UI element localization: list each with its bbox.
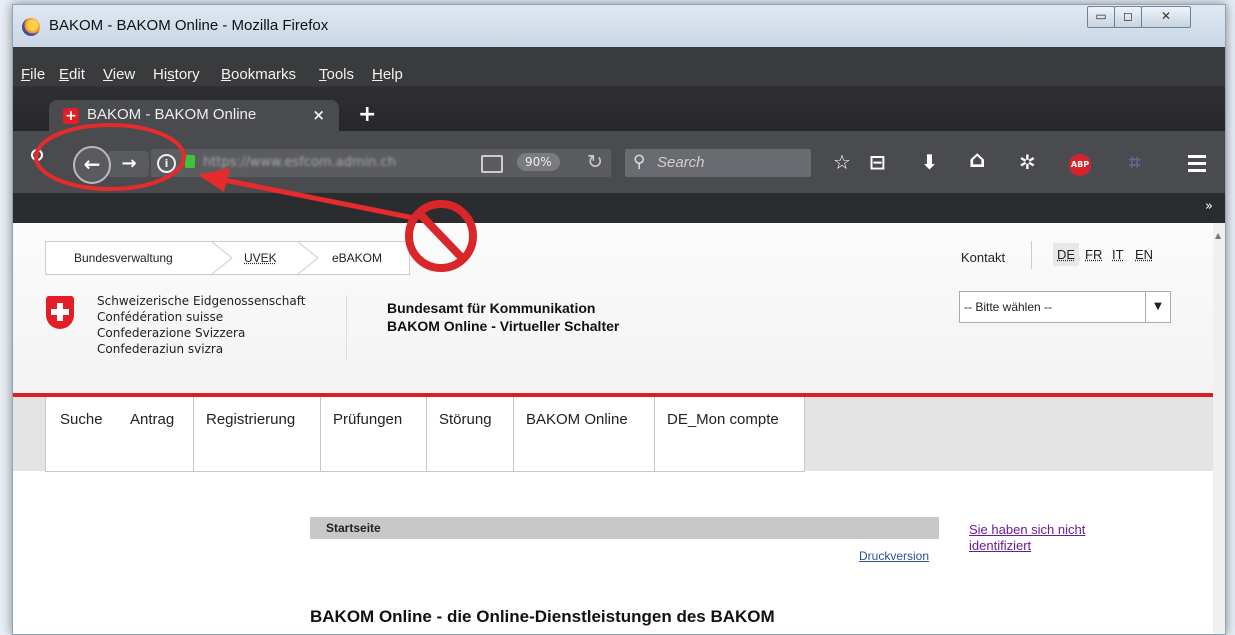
startseite-label: Startseite: [326, 521, 381, 535]
download-icon[interactable]: ⬇: [921, 150, 938, 174]
menu-history[interactable]: History: [153, 66, 200, 83]
settings-gear-icon[interactable]: ✲: [1019, 150, 1036, 174]
minimize-button[interactable]: ▭: [1087, 6, 1115, 28]
lang-en[interactable]: EN: [1131, 243, 1157, 266]
adblock-plus-icon[interactable]: ABP: [1069, 154, 1091, 176]
menu-file[interactable]: File: [21, 66, 45, 83]
divider: [1031, 241, 1032, 269]
breadcrumb-uvek[interactable]: UVEK: [244, 251, 277, 265]
close-button[interactable]: ✕: [1141, 6, 1191, 28]
chevron-down-icon: ▼: [1145, 292, 1170, 322]
confed-rm: Confederaziun svizra: [97, 342, 224, 356]
tab-bakom[interactable]: + BAKOM - BAKOM Online ×: [49, 100, 339, 131]
breadcrumb: Bundesverwaltung UVEK eBAKOM: [45, 241, 410, 275]
web-page: Bundesverwaltung UVEK eBAKOM Kontakt DE …: [13, 223, 1213, 634]
service-select[interactable]: -- Bitte wählen -- ▼: [959, 291, 1171, 323]
breadcrumb-separator: [297, 242, 319, 274]
bookmarks-toolbar: »: [13, 193, 1225, 223]
office-subtitle: BAKOM Online - Virtueller Schalter: [387, 318, 620, 334]
lang-it[interactable]: IT: [1108, 243, 1128, 266]
bookmark-star-icon[interactable]: ☆: [833, 150, 851, 174]
zoom-indicator[interactable]: 90%: [517, 153, 560, 171]
breadcrumb-ebakom[interactable]: eBAKOM: [332, 251, 382, 265]
menu-help[interactable]: Help: [372, 66, 403, 83]
nav-registrierung[interactable]: Registrierung: [194, 397, 321, 472]
search-placeholder: Search: [657, 154, 705, 171]
reader-view-icon[interactable]: [481, 155, 503, 173]
druckversion-link[interactable]: Druckversion: [859, 549, 929, 563]
nav-stoerung[interactable]: Störung: [427, 397, 514, 472]
confed-fr: Confédération suisse: [97, 310, 224, 324]
maximize-button[interactable]: ◻: [1114, 6, 1142, 28]
confed-it: Confederazione Svizzera: [97, 326, 246, 340]
overflow-chevron-icon[interactable]: »: [1205, 199, 1213, 214]
reading-list-icon[interactable]: ⊟: [869, 150, 886, 174]
swiss-favicon-icon: +: [63, 108, 79, 124]
search-input[interactable]: ⚲ Search: [625, 149, 811, 177]
firefox-logo-icon: [22, 18, 40, 36]
tab-strip: + BAKOM - BAKOM Online × +: [13, 86, 1225, 131]
kontakt-link[interactable]: Kontakt: [961, 250, 1005, 265]
main-navigation: Suche Antrag Registrierung Prüfungen Stö…: [13, 397, 1213, 472]
loading-indicator-icon: [31, 149, 43, 161]
page-scrollbar[interactable]: ▲: [1213, 223, 1225, 634]
office-name: Bundesamt für Kommunikation: [387, 300, 596, 316]
hamburger-menu-icon[interactable]: [1188, 155, 1206, 176]
title-bar-divider: [13, 47, 1225, 62]
tab-label: BAKOM - BAKOM Online: [87, 106, 257, 123]
nav-antrag[interactable]: Antrag: [118, 397, 194, 472]
nav-pruefungen[interactable]: Prüfungen: [321, 397, 427, 472]
window-title: BAKOM - BAKOM Online - Mozilla Firefox: [49, 17, 329, 34]
menu-edit[interactable]: Edit: [59, 66, 85, 83]
menu-bar: File Edit View History Bookmarks Tools H…: [13, 62, 1225, 86]
menu-tools[interactable]: Tools: [319, 66, 354, 83]
tab-close-icon[interactable]: ×: [312, 106, 325, 124]
url-bar[interactable]: i https://www.esfcom.admin.ch 90% ↻: [151, 149, 611, 177]
lang-fr[interactable]: FR: [1081, 243, 1106, 266]
browser-window: BAKOM - BAKOM Online - Mozilla Firefox ▭…: [12, 4, 1226, 635]
nav-suche[interactable]: Suche: [45, 397, 119, 472]
breadcrumb-bundesverwaltung[interactable]: Bundesverwaltung: [74, 251, 173, 265]
lock-icon: [185, 155, 195, 168]
startseite-bar: Startseite: [310, 517, 939, 539]
search-icon: ⚲: [633, 152, 646, 172]
office-title: Bundesamt für Kommunikation BAKOM Online…: [387, 299, 619, 335]
select-value: -- Bitte wählen --: [964, 300, 1053, 314]
new-tab-button[interactable]: +: [358, 102, 376, 127]
forward-button[interactable]: →: [109, 151, 149, 177]
site-header: Bundesverwaltung UVEK eBAKOM Kontakt DE …: [13, 223, 1213, 393]
menu-view[interactable]: View: [103, 66, 135, 83]
scroll-up-icon[interactable]: ▲: [1215, 231, 1221, 240]
url-text: https://www.esfcom.admin.ch: [203, 155, 396, 170]
not-identified-link[interactable]: Sie haben sich nicht identifiziert: [969, 522, 1129, 554]
confed-de: Schweizerische Eidgenossenschaft: [97, 294, 306, 308]
breadcrumb-separator: [211, 242, 233, 274]
swiss-cross-logo[interactable]: [46, 296, 74, 329]
page-heading: BAKOM Online - die Online-Dienstleistung…: [310, 607, 775, 626]
confederation-names: Schweizerische Eidgenossenschaft Confédé…: [97, 293, 305, 357]
site-info-icon[interactable]: i: [157, 154, 176, 173]
title-bar: BAKOM - BAKOM Online - Mozilla Firefox ▭…: [13, 5, 1225, 47]
back-button[interactable]: ←: [73, 146, 111, 184]
crop-icon[interactable]: ⌗: [1129, 150, 1140, 174]
nav-mon-compte[interactable]: DE_Mon compte: [655, 397, 805, 472]
nav-bakom-online[interactable]: BAKOM Online: [514, 397, 655, 472]
home-icon[interactable]: ⌂: [969, 147, 985, 173]
menu-bookmarks[interactable]: Bookmarks: [221, 66, 296, 83]
navigation-toolbar: → ← i https://www.esfcom.admin.ch 90% ↻ …: [13, 131, 1225, 193]
divider: [346, 295, 347, 361]
reload-icon[interactable]: ↻: [587, 151, 603, 173]
lang-de[interactable]: DE: [1053, 243, 1080, 266]
